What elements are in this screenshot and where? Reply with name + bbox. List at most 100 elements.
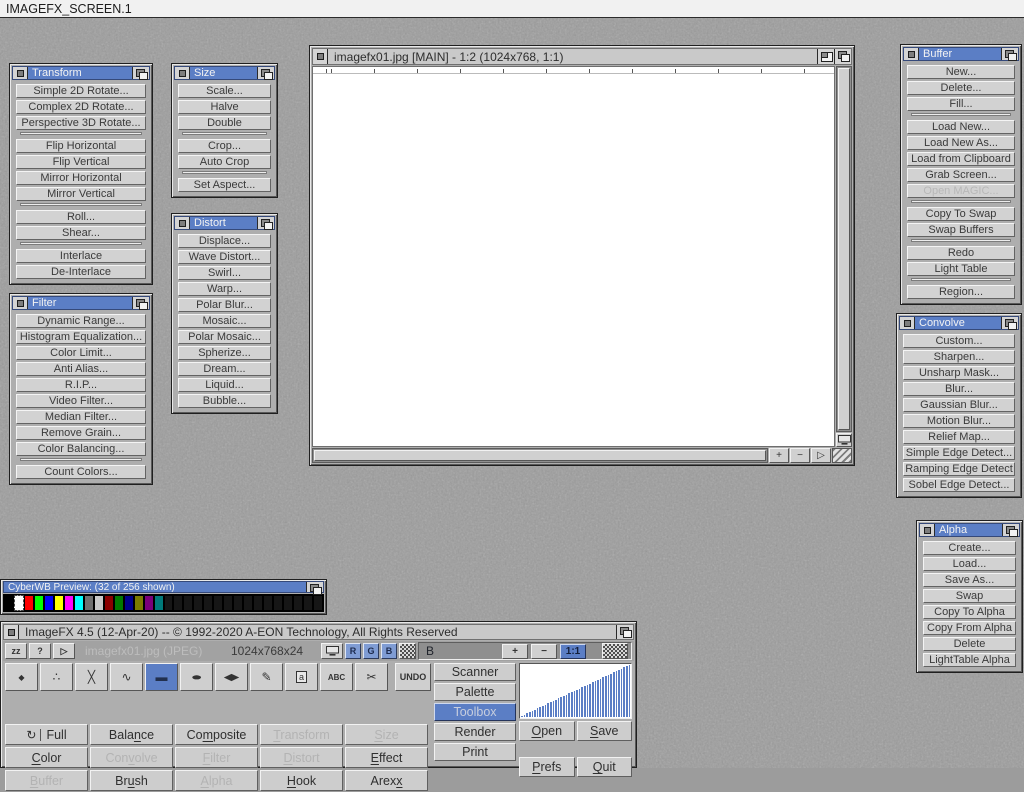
palette-swatch[interactable] xyxy=(293,595,303,611)
help-button[interactable]: ? xyxy=(29,643,51,659)
toolbox-command-button[interactable]: ↻ Full xyxy=(5,724,88,745)
depth-icon[interactable] xyxy=(1001,317,1018,329)
fill-tool[interactable]: a xyxy=(285,663,318,691)
palette-swatch[interactable] xyxy=(94,595,104,611)
toolbox-command-button[interactable]: Brush xyxy=(90,770,173,791)
palette-swatch[interactable] xyxy=(4,595,14,611)
close-icon[interactable] xyxy=(13,67,28,79)
depth-icon[interactable] xyxy=(306,582,323,592)
action-button[interactable]: Open xyxy=(519,721,575,741)
panel-item[interactable]: Warp... xyxy=(178,282,271,296)
panel-item[interactable]: Load New... xyxy=(907,120,1015,134)
toolbox-command-button[interactable]: Buffer xyxy=(5,770,88,791)
zoom-out-button[interactable]: − xyxy=(790,448,810,463)
panel-item[interactable]: Sharpen... xyxy=(903,350,1015,364)
panel-item[interactable]: Remove Grain... xyxy=(16,426,146,440)
mode-button[interactable]: Palette xyxy=(434,683,516,701)
box-tool[interactable]: ▬ xyxy=(145,663,178,691)
panel-item[interactable]: Histogram Equalization... xyxy=(16,330,146,344)
panel-item[interactable]: Wave Distort... xyxy=(178,250,271,264)
screen-titlebar[interactable]: IMAGEFX_SCREEN.1 xyxy=(0,0,1024,18)
panel-item[interactable]: Copy To Swap xyxy=(907,207,1015,221)
panel-transform-titlebar[interactable]: Transform xyxy=(12,66,150,80)
panel-item[interactable]: Double xyxy=(178,116,271,130)
zoom-in-button[interactable]: + xyxy=(502,644,528,659)
palette-swatch[interactable] xyxy=(213,595,223,611)
depth-icon[interactable] xyxy=(257,67,274,79)
panel-item[interactable]: Create... xyxy=(923,541,1016,555)
palette-swatch[interactable] xyxy=(273,595,283,611)
close-icon[interactable] xyxy=(13,297,28,309)
panel-item[interactable]: Bubble... xyxy=(178,394,271,408)
panel-item[interactable]: Ramping Edge Detect xyxy=(903,462,1015,476)
freehand-tool[interactable]: ✎ xyxy=(250,663,283,691)
palette-swatch[interactable] xyxy=(14,595,24,611)
panel-item[interactable]: Relief Map... xyxy=(903,430,1015,444)
ellipse-tool[interactable]: ● xyxy=(180,663,213,691)
horizontal-scroll-thumb[interactable] xyxy=(314,450,766,461)
close-icon[interactable] xyxy=(900,317,915,329)
panel-item[interactable]: Load... xyxy=(923,557,1016,571)
palette-swatch[interactable] xyxy=(34,595,44,611)
toolbox-command-button[interactable]: Arexx xyxy=(345,770,428,791)
palette-swatch[interactable] xyxy=(253,595,263,611)
mode-button[interactable]: Scanner xyxy=(434,663,516,681)
pan-button[interactable]: ▷ xyxy=(811,448,831,463)
panel-item[interactable]: Region... xyxy=(907,285,1015,299)
palette-swatch[interactable] xyxy=(313,595,323,611)
panel-item[interactable]: Crop... xyxy=(178,139,271,153)
palette-swatch[interactable] xyxy=(303,595,313,611)
airbrush-tool[interactable]: ∴ xyxy=(40,663,73,691)
panel-item[interactable]: Set Aspect... xyxy=(178,178,271,192)
depth-icon[interactable] xyxy=(1002,524,1019,536)
panel-item[interactable]: Color Limit... xyxy=(16,346,146,360)
panel-convolve-titlebar[interactable]: Convolve xyxy=(899,316,1019,330)
palette-swatch[interactable] xyxy=(124,595,134,611)
palette-swatch[interactable] xyxy=(183,595,193,611)
zoom-ratio-button[interactable]: 1:1 xyxy=(560,644,586,659)
toolbox-titlebar[interactable]: ImageFX 4.5 (12-Apr-20) -- © 1992-2020 A… xyxy=(3,624,634,640)
palette-swatch[interactable] xyxy=(164,595,174,611)
panel-item[interactable]: Halve xyxy=(178,100,271,114)
palette-swatch[interactable] xyxy=(24,595,34,611)
toolbox-command-button[interactable]: Size xyxy=(345,724,428,745)
forward-button[interactable]: ▷ xyxy=(53,643,75,659)
panel-item[interactable]: LightTable Alpha xyxy=(923,653,1016,667)
palette-swatch[interactable] xyxy=(173,595,183,611)
panel-item[interactable]: R.I.P... xyxy=(16,378,146,392)
palette-swatch[interactable] xyxy=(64,595,74,611)
image-window-titlebar[interactable]: imagefx01.jpg [MAIN] - 1:2 (1024x768, 1:… xyxy=(312,48,852,65)
palette-swatch[interactable] xyxy=(243,595,253,611)
palette-swatch[interactable] xyxy=(74,595,84,611)
panel-item[interactable]: Shear... xyxy=(16,226,146,240)
panel-item[interactable]: Spherize... xyxy=(178,346,271,360)
panel-item[interactable]: Load New As... xyxy=(907,136,1015,150)
dither-pattern-button[interactable] xyxy=(602,643,628,659)
panel-item[interactable]: Anti Alias... xyxy=(16,362,146,376)
panel-item[interactable]: Redo xyxy=(907,246,1015,260)
depth-icon[interactable] xyxy=(1001,48,1018,60)
line-tool[interactable]: ╳ xyxy=(75,663,108,691)
panel-item[interactable]: Sobel Edge Detect... xyxy=(903,478,1015,492)
panel-item[interactable]: Delete... xyxy=(907,81,1015,95)
close-icon[interactable] xyxy=(313,49,328,64)
panel-item[interactable]: Swirl... xyxy=(178,266,271,280)
panel-item[interactable]: Count Colors... xyxy=(16,465,146,479)
panel-item[interactable]: Copy To Alpha xyxy=(923,605,1016,619)
undo-button[interactable]: UNDO xyxy=(395,663,431,691)
panel-item[interactable]: Load from Clipboard xyxy=(907,152,1015,166)
sleep-button[interactable]: zz xyxy=(5,643,27,659)
mode-button[interactable]: Print xyxy=(434,743,516,761)
action-button[interactable]: Prefs xyxy=(519,757,575,777)
point-tool[interactable]: ◆ xyxy=(5,663,38,691)
panel-item[interactable]: Median Filter... xyxy=(16,410,146,424)
panel-item[interactable]: Swap Buffers xyxy=(907,223,1015,237)
toolbox-command-button[interactable]: Hook xyxy=(260,770,343,791)
palette-swatch[interactable] xyxy=(223,595,233,611)
palette-swatch[interactable] xyxy=(144,595,154,611)
panel-item[interactable]: Liquid... xyxy=(178,378,271,392)
panel-item[interactable]: New... xyxy=(907,65,1015,79)
text-tool[interactable]: ABC xyxy=(320,663,353,691)
palette-swatch[interactable] xyxy=(104,595,114,611)
palette-swatch[interactable] xyxy=(84,595,94,611)
